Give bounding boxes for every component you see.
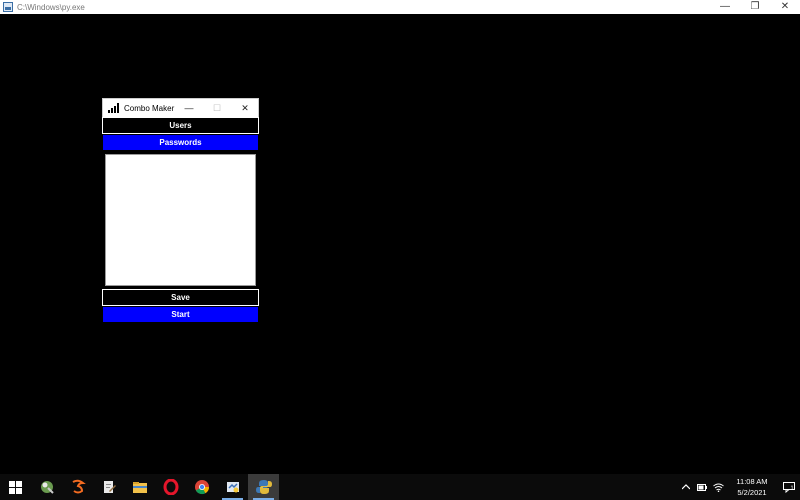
python-icon <box>255 480 272 494</box>
chrome-icon <box>194 480 209 495</box>
app-title: Combo Maker <box>124 103 175 113</box>
app-maximize-button[interactable]: ☐ <box>203 99 231 118</box>
file-explorer-icon <box>132 482 147 493</box>
app-titlebar[interactable]: Combo Maker — ☐ ✕ <box>102 98 259 117</box>
app-close-button[interactable]: ✕ <box>231 99 259 118</box>
bar-chart-icon <box>108 103 120 113</box>
taskbar-item-opera[interactable] <box>155 474 186 500</box>
passwords-button[interactable]: Passwords <box>102 134 259 151</box>
taskbar-item-explorer[interactable] <box>124 474 155 500</box>
windows-start-icon <box>9 480 22 494</box>
taskbar-item-solitaire[interactable] <box>31 474 62 500</box>
save-button[interactable]: Save <box>102 289 259 306</box>
clock-time: 11:08 AM <box>736 477 768 486</box>
text-editor-icon <box>103 481 116 493</box>
system-tray: 11:08 AM 5/2/2021 1 <box>678 474 800 500</box>
taskbar-item-python-idle[interactable] <box>217 474 248 500</box>
console-close-button[interactable]: ✕ <box>770 0 800 14</box>
console-title: C:\Windows\py.exe <box>17 2 85 12</box>
notification-center-button[interactable]: 1 <box>778 474 800 500</box>
taskbar-item-chrome[interactable] <box>186 474 217 500</box>
console-titlebar[interactable]: C:\Windows\py.exe — ❐ ✕ <box>0 0 800 14</box>
chevron-up-icon[interactable] <box>678 474 694 500</box>
taskbar: 11:08 AM 5/2/2021 1 <box>0 474 800 500</box>
wifi-icon[interactable] <box>710 474 726 500</box>
taskbar-item-python[interactable] <box>248 474 279 500</box>
python-idle-icon <box>226 482 239 493</box>
console-restore-button[interactable]: ❐ <box>740 0 770 14</box>
battery-icon[interactable] <box>694 474 710 500</box>
start-button-taskbar[interactable] <box>0 474 31 500</box>
clock-date: 5/2/2021 <box>737 488 767 497</box>
app-minimize-button[interactable]: — <box>175 99 203 118</box>
combo-maker-window: Combo Maker — ☐ ✕ Users Passwords Save S… <box>102 98 259 325</box>
opera-icon <box>163 479 178 495</box>
taskbar-item-firefox[interactable] <box>62 474 93 500</box>
solitaire-icon <box>40 481 54 494</box>
firefox-icon <box>71 479 86 494</box>
taskbar-clock[interactable]: 11:08 AM 5/2/2021 <box>726 476 778 498</box>
combo-text-area[interactable] <box>105 154 256 286</box>
users-button[interactable]: Users <box>102 117 259 134</box>
taskbar-item-editor[interactable] <box>93 474 124 500</box>
notification-count: 1 <box>790 486 794 492</box>
console-app-icon <box>3 2 13 12</box>
console-minimize-button[interactable]: — <box>710 0 740 14</box>
start-button[interactable]: Start <box>102 306 259 323</box>
desktop-screen: C:\Windows\py.exe — ❐ ✕ Combo Maker — ☐ … <box>0 0 800 500</box>
